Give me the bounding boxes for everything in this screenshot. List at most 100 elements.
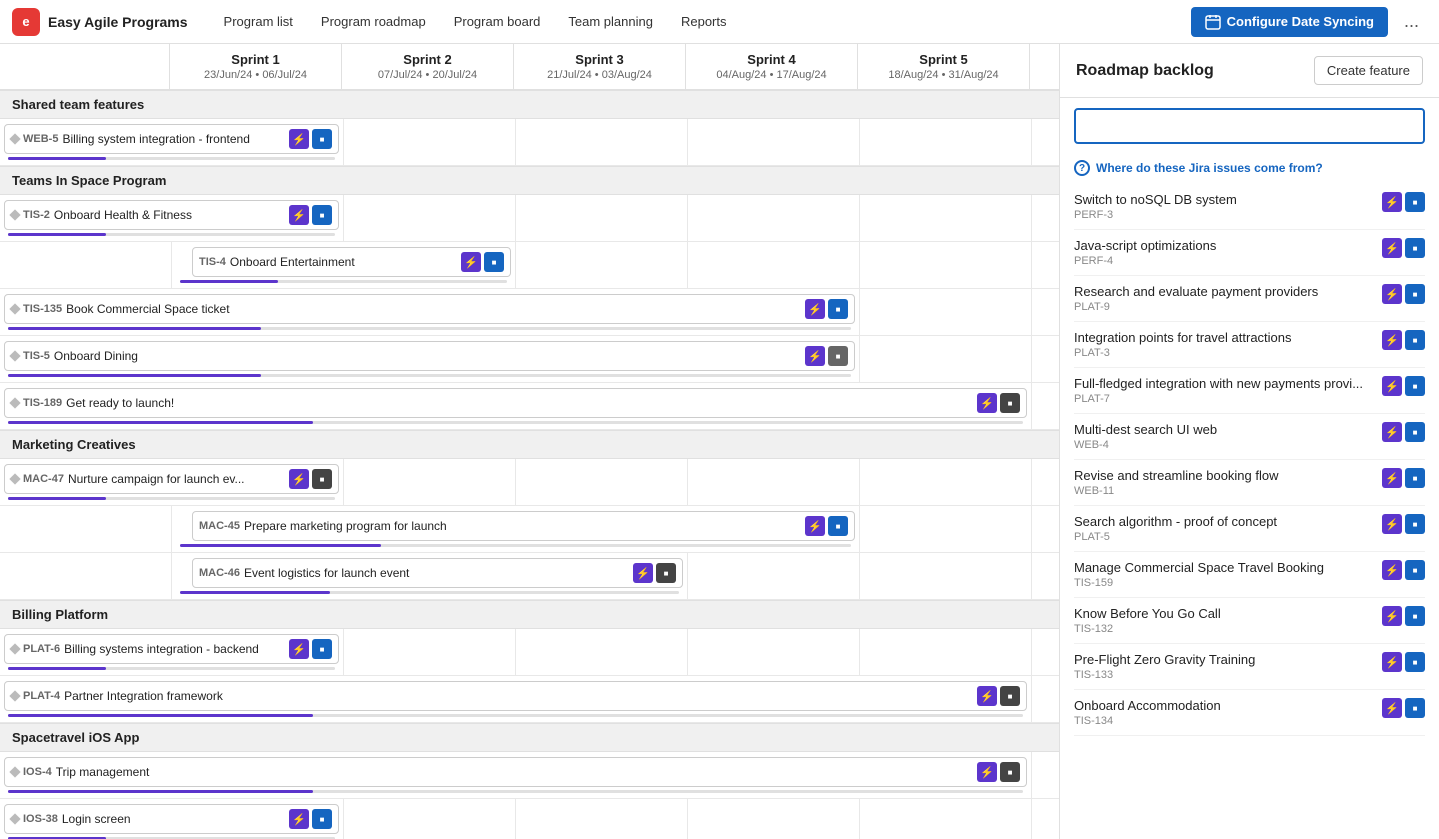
feature-card-PLAT-4[interactable]: PLAT-4Partner Integration framework⚡■ [4, 681, 1027, 711]
feature-action-btn-purple[interactable]: ⚡ [977, 762, 997, 782]
feature-row: WEB-5Billing system integration - fronte… [0, 119, 1059, 166]
feature-card-TIS-189[interactable]: TIS-189Get ready to launch!⚡■ [4, 388, 1027, 418]
backlog-item-action-purple[interactable]: ⚡ [1382, 422, 1402, 442]
feature-action-btn-purple[interactable]: ⚡ [977, 686, 997, 706]
feature-action-btn-purple[interactable]: ⚡ [805, 516, 825, 536]
nav-team-planning[interactable]: Team planning [556, 8, 665, 35]
backlog-item-action-blue[interactable]: ■ [1405, 192, 1425, 212]
feature-card-MAC-45[interactable]: MAC-45Prepare marketing program for laun… [192, 511, 855, 541]
feature-action-btn-purple[interactable]: ⚡ [805, 299, 825, 319]
feature-title: Prepare marketing program for launch [244, 519, 801, 533]
backlog-list-item[interactable]: Revise and streamline booking flowWEB-11… [1074, 460, 1425, 506]
feature-action-btn-blue[interactable]: ■ [828, 299, 848, 319]
backlog-list-item[interactable]: Research and evaluate payment providersP… [1074, 276, 1425, 322]
backlog-list-item[interactable]: Multi-dest search UI webWEB-4⚡■ [1074, 414, 1425, 460]
feature-action-btn-purple[interactable]: ⚡ [289, 639, 309, 659]
backlog-item-action-purple[interactable]: ⚡ [1382, 514, 1402, 534]
feature-action-btn-dark[interactable]: ■ [312, 469, 332, 489]
feature-card-PLAT-6[interactable]: PLAT-6Billing systems integration - back… [4, 634, 339, 664]
nav-program-roadmap[interactable]: Program roadmap [309, 8, 438, 35]
feature-card-actions: ⚡■ [289, 809, 332, 829]
backlog-item-action-purple[interactable]: ⚡ [1382, 560, 1402, 580]
feature-action-btn-purple[interactable]: ⚡ [977, 393, 997, 413]
search-input-field[interactable] [1076, 110, 1423, 142]
feature-action-btn-blue[interactable]: ■ [312, 809, 332, 829]
backlog-list-item[interactable]: Integration points for travel attraction… [1074, 322, 1425, 368]
backlog-item-action-purple[interactable]: ⚡ [1382, 376, 1402, 396]
backlog-item-action-purple[interactable]: ⚡ [1382, 284, 1402, 304]
backlog-item-action-purple[interactable]: ⚡ [1382, 330, 1402, 350]
backlog-item-action-blue[interactable]: ■ [1405, 376, 1425, 396]
backlog-item-action-purple[interactable]: ⚡ [1382, 652, 1402, 672]
backlog-item-content: Manage Commercial Space Travel BookingTI… [1074, 560, 1382, 589]
feature-action-btn-blue[interactable]: ■ [312, 639, 332, 659]
backlog-list-item[interactable]: Switch to noSQL DB systemPERF-3⚡■ [1074, 184, 1425, 230]
backlog-item-action-purple[interactable]: ⚡ [1382, 468, 1402, 488]
backlog-item-action-blue[interactable]: ■ [1405, 652, 1425, 672]
backlog-list-item[interactable]: Onboard AccommodationTIS-134⚡■ [1074, 690, 1425, 736]
nav-reports[interactable]: Reports [669, 8, 739, 35]
backlog-item-action-blue[interactable]: ■ [1405, 606, 1425, 626]
feature-card-MAC-46[interactable]: MAC-46Event logistics for launch event⚡■ [192, 558, 683, 588]
backlog-item-content: Revise and streamline booking flowWEB-11 [1074, 468, 1382, 497]
backlog-item-action-blue[interactable]: ■ [1405, 468, 1425, 488]
empty-sprint-cell [516, 242, 688, 288]
configure-date-syncing-button[interactable]: Configure Date Syncing [1191, 7, 1388, 37]
backlog-item-action-blue[interactable]: ■ [1405, 514, 1425, 534]
milestone-diamond [9, 813, 20, 824]
feature-action-btn-gray[interactable]: ■ [828, 346, 848, 366]
backlog-list-item[interactable]: Manage Commercial Space Travel BookingTI… [1074, 552, 1425, 598]
feature-action-btn-purple[interactable]: ⚡ [805, 346, 825, 366]
feature-progress-bar [8, 667, 335, 670]
feature-action-btn-dark[interactable]: ■ [656, 563, 676, 583]
backlog-item-action-purple[interactable]: ⚡ [1382, 606, 1402, 626]
backlog-item-action-blue[interactable]: ■ [1405, 238, 1425, 258]
feature-action-btn-blue[interactable]: ■ [484, 252, 504, 272]
backlog-item-action-blue[interactable]: ■ [1405, 330, 1425, 350]
feature-action-btn-purple[interactable]: ⚡ [289, 469, 309, 489]
backlog-list-item[interactable]: Full-fledged integration with new paymen… [1074, 368, 1425, 414]
backlog-list-item[interactable]: Know Before You Go CallTIS-132⚡■ [1074, 598, 1425, 644]
feature-card-WEB-5[interactable]: WEB-5Billing system integration - fronte… [4, 124, 339, 154]
feature-card-IOS-38[interactable]: IOS-38Login screen⚡■ [4, 804, 339, 834]
feature-card-MAC-47[interactable]: MAC-47Nurture campaign for launch ev...⚡… [4, 464, 339, 494]
nav-program-list[interactable]: Program list [212, 8, 305, 35]
feature-action-btn-blue[interactable]: ■ [312, 205, 332, 225]
program-board[interactable]: Sprint 1 23/Jun/24 • 06/Jul/24 Sprint 2 … [0, 44, 1059, 839]
more-options-button[interactable]: ... [1396, 7, 1427, 36]
feature-action-btn-dark[interactable]: ■ [1000, 686, 1020, 706]
feature-card-TIS-135[interactable]: TIS-135Book Commercial Space ticket⚡■ [4, 294, 855, 324]
feature-action-btn-dark[interactable]: ■ [1000, 762, 1020, 782]
empty-sprint-cell [688, 195, 860, 241]
backlog-item-action-blue[interactable]: ■ [1405, 422, 1425, 442]
feature-action-btn-blue[interactable]: ■ [312, 129, 332, 149]
feature-action-btn-purple[interactable]: ⚡ [633, 563, 653, 583]
feature-action-btn-purple[interactable]: ⚡ [289, 205, 309, 225]
app-logo[interactable]: e Easy Agile Programs [12, 8, 188, 36]
backlog-list-item[interactable]: Pre-Flight Zero Gravity TrainingTIS-133⚡… [1074, 644, 1425, 690]
backlog-search-input[interactable] [1074, 108, 1425, 144]
feature-action-btn-purple[interactable]: ⚡ [289, 809, 309, 829]
backlog-list-item[interactable]: Java-script optimizationsPERF-4⚡■ [1074, 230, 1425, 276]
feature-card-TIS-4[interactable]: TIS-4Onboard Entertainment⚡■ [192, 247, 511, 277]
feature-card-TIS-2[interactable]: TIS-2Onboard Health & Fitness⚡■ [4, 200, 339, 230]
backlog-item-action-purple[interactable]: ⚡ [1382, 698, 1402, 718]
feature-card-cell: TIS-189Get ready to launch!⚡■ [0, 383, 1032, 429]
backlog-list-item[interactable]: Search algorithm - proof of conceptPLAT-… [1074, 506, 1425, 552]
feature-progress-bar [8, 327, 851, 330]
feature-card-IOS-4[interactable]: IOS-4Trip management⚡■ [4, 757, 1027, 787]
feature-action-btn-blue[interactable]: ■ [828, 516, 848, 536]
feature-action-btn-dark[interactable]: ■ [1000, 393, 1020, 413]
backlog-item-action-blue[interactable]: ■ [1405, 698, 1425, 718]
backlog-item-action-blue[interactable]: ■ [1405, 560, 1425, 580]
empty-sprint-cell [688, 553, 860, 599]
backlog-item-action-purple[interactable]: ⚡ [1382, 192, 1402, 212]
jira-help-link[interactable]: ? Where do these Jira issues come from? [1060, 154, 1439, 184]
feature-card-TIS-5[interactable]: TIS-5Onboard Dining⚡■ [4, 341, 855, 371]
feature-action-btn-purple[interactable]: ⚡ [289, 129, 309, 149]
feature-action-btn-purple[interactable]: ⚡ [461, 252, 481, 272]
backlog-item-action-purple[interactable]: ⚡ [1382, 238, 1402, 258]
backlog-item-action-blue[interactable]: ■ [1405, 284, 1425, 304]
create-feature-button[interactable]: Create feature [1314, 56, 1423, 85]
nav-program-board[interactable]: Program board [442, 8, 553, 35]
